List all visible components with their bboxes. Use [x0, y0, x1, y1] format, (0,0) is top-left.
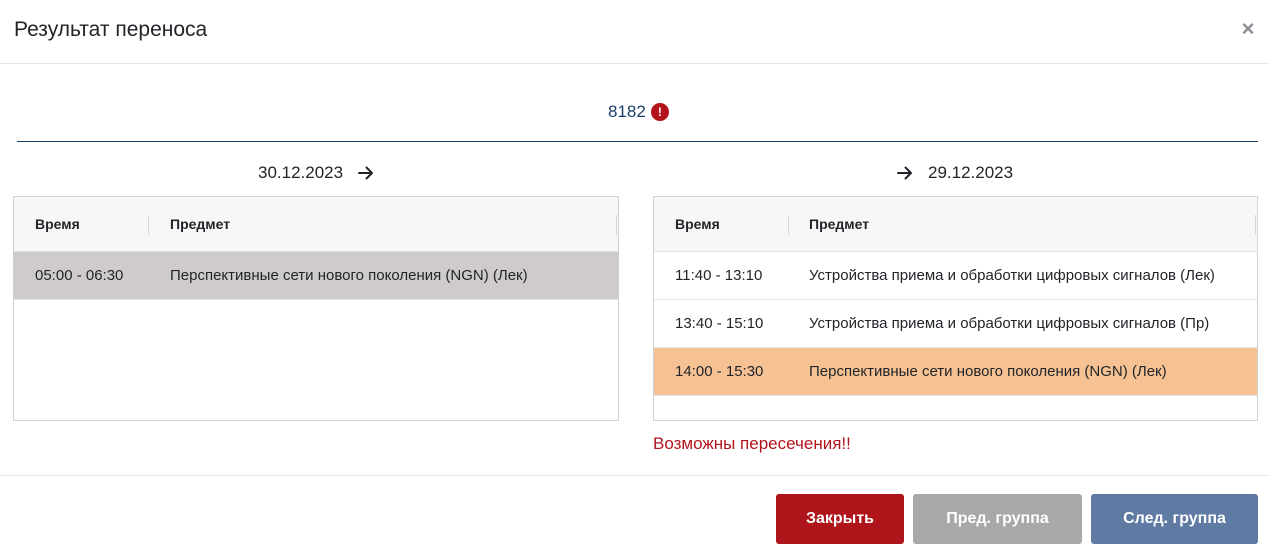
table-row-conflict[interactable]: 14:00 - 15:30 Перспективные сети нового … — [654, 348, 1257, 396]
cell-subject: Перспективные сети нового поколения (NGN… — [170, 267, 528, 284]
target-date: 29.12.2023 — [928, 163, 1014, 182]
transfer-result-modal: Результат переноса × 8182 ! 30.12.2023 2… — [0, 0, 1269, 552]
arrow-right-icon — [897, 166, 912, 180]
table-row[interactable]: 05:00 - 06:30 Перспективные сети нового … — [14, 252, 618, 300]
cell-time: 11:40 - 13:10 — [675, 267, 763, 284]
table-row[interactable]: 13:40 - 15:10 Устройства приема и обрабо… — [654, 300, 1257, 348]
cell-time: 13:40 - 15:10 — [675, 315, 764, 332]
close-button[interactable]: Закрыть — [776, 494, 904, 544]
target-date-label: 29.12.2023 — [896, 161, 1013, 185]
column-resize-handle[interactable] — [148, 215, 149, 235]
cell-subject: Перспективные сети нового поколения (NGN… — [809, 363, 1167, 380]
column-header-subject[interactable]: Предмет — [809, 197, 869, 252]
close-icon[interactable]: × — [1236, 15, 1260, 43]
column-header-subject[interactable]: Предмет — [170, 197, 230, 252]
previous-group-button[interactable]: Пред. группа — [913, 494, 1082, 544]
cell-time: 14:00 - 15:30 — [675, 363, 764, 380]
cell-time: 05:00 - 06:30 — [35, 267, 124, 284]
column-resize-handle[interactable] — [616, 215, 617, 235]
table-row[interactable]: 11:40 - 13:10 Устройства приема и обрабо… — [654, 252, 1257, 300]
group-number: 8182 — [608, 102, 646, 121]
group-divider — [17, 141, 1258, 142]
cell-subject: Устройства приема и обработки цифровых с… — [809, 315, 1210, 332]
cell-subject: Устройства приема и обработки цифровых с… — [809, 267, 1215, 284]
conflict-warning-text: Возможны пересечения!! — [653, 434, 851, 453]
column-resize-handle[interactable] — [788, 215, 789, 235]
source-date-label: 30.12.2023 — [258, 161, 375, 185]
modal-header: Результат переноса × — [0, 0, 1269, 64]
next-group-button[interactable]: След. группа — [1091, 494, 1258, 544]
column-header-time[interactable]: Время — [675, 197, 720, 252]
source-date: 30.12.2023 — [258, 163, 344, 182]
source-schedule-grid: Время Предмет 05:00 - 06:30 Перспективны… — [13, 196, 619, 421]
warning-icon: ! — [650, 103, 669, 121]
column-header-time[interactable]: Время — [35, 197, 80, 252]
arrow-right-icon — [358, 166, 374, 180]
grid-header: Время Предмет — [654, 197, 1257, 252]
grid-header: Время Предмет — [14, 197, 618, 252]
modal-title: Результат переноса — [14, 18, 208, 41]
target-schedule-grid: Время Предмет 11:40 - 13:10 Устройства п… — [653, 196, 1258, 421]
column-resize-handle[interactable] — [1255, 215, 1256, 235]
group-header: 8182 ! — [608, 100, 669, 124]
footer-divider — [0, 475, 1269, 476]
